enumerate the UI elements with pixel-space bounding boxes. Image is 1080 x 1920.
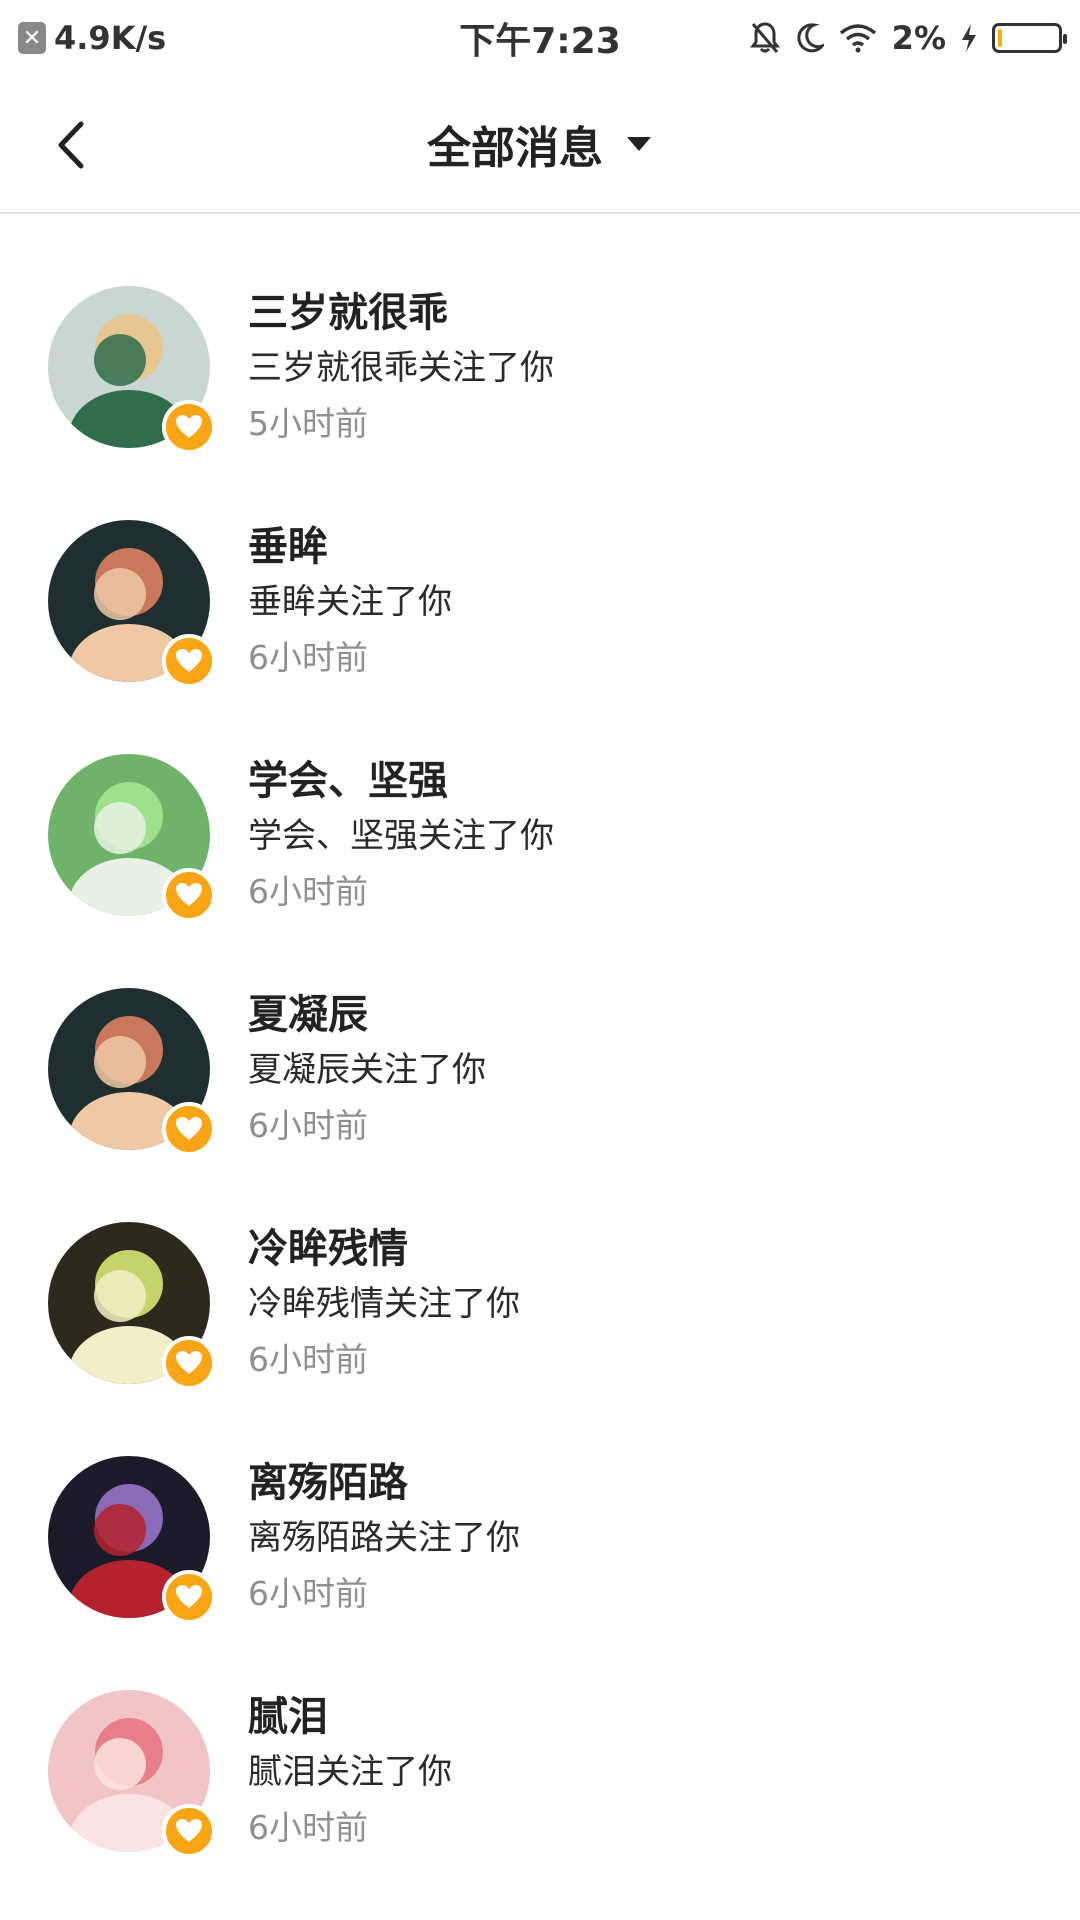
message-list: 三岁就很乖 三岁就很乖关注了你 5小时前 垂眸 垂眸关注了你 6小时前 学会、坚…: [0, 216, 1080, 1858]
follow-badge: [162, 1570, 216, 1624]
message-content: 冷眸残情 冷眸残情关注了你 6小时前: [248, 1222, 520, 1388]
message-text: 三岁就很乖关注了你: [248, 348, 554, 388]
heart-icon: [176, 1819, 202, 1842]
follow-badge: [162, 1336, 216, 1390]
timestamp: 6小时前: [248, 1106, 368, 1145]
page-title: 全部消息: [427, 123, 603, 174]
wifi-icon: [838, 23, 878, 53]
list-item[interactable]: 夏凝辰 夏凝辰关注了你 6小时前: [0, 918, 1080, 1156]
timestamp: 6小时前: [248, 1808, 368, 1847]
list-item[interactable]: 三岁就很乖 三岁就很乖关注了你 5小时前: [0, 216, 1080, 454]
heart-icon: [176, 1351, 202, 1374]
avatar-container[interactable]: [48, 520, 216, 688]
username[interactable]: 垂眸: [248, 520, 452, 574]
heart-icon: [176, 883, 202, 906]
chevron-left-icon: [58, 121, 84, 169]
message-text: 冷眸残情关注了你: [248, 1284, 520, 1324]
follow-badge: [162, 868, 216, 922]
avatar-container[interactable]: [48, 1690, 216, 1858]
app-notification-icon: ✕: [18, 22, 46, 54]
triangle-down-icon: [625, 135, 653, 153]
message-content: 垂眸 垂眸关注了你 6小时前: [248, 520, 452, 686]
follow-badge: [162, 400, 216, 454]
timestamp: 6小时前: [248, 1574, 368, 1613]
follow-badge: [162, 634, 216, 688]
username[interactable]: 学会、坚强: [248, 754, 554, 808]
heart-icon: [176, 1117, 202, 1140]
message-content: 学会、坚强 学会、坚强关注了你 6小时前: [248, 754, 554, 920]
heart-icon: [176, 415, 202, 438]
username[interactable]: 夏凝辰: [248, 988, 486, 1042]
timestamp: 5小时前: [248, 404, 368, 443]
message-text: 学会、坚强关注了你: [248, 816, 554, 856]
list-item[interactable]: 学会、坚强 学会、坚强关注了你 6小时前: [0, 684, 1080, 922]
heart-icon: [176, 1585, 202, 1608]
username[interactable]: 冷眸残情: [248, 1222, 520, 1276]
username[interactable]: 离殇陌路: [248, 1456, 520, 1510]
message-text: 腻泪关注了你: [248, 1752, 452, 1792]
list-item[interactable]: 离殇陌路 离殇陌路关注了你 6小时前: [0, 1386, 1080, 1624]
timestamp: 6小时前: [248, 638, 368, 677]
charging-icon: [960, 23, 978, 53]
username[interactable]: 三岁就很乖: [248, 286, 554, 340]
battery-icon: [992, 23, 1067, 53]
message-text: 离殇陌路关注了你: [248, 1518, 520, 1558]
net-speed: 4.9K/s: [54, 19, 167, 57]
list-item[interactable]: 冷眸残情 冷眸残情关注了你 6小时前: [0, 1152, 1080, 1390]
username[interactable]: 腻泪: [248, 1690, 452, 1744]
message-content: 离殇陌路 离殇陌路关注了你 6小时前: [248, 1456, 520, 1622]
avatar-container[interactable]: [48, 286, 216, 454]
message-content: 三岁就很乖 三岁就很乖关注了你 5小时前: [248, 286, 554, 452]
list-item[interactable]: 垂眸 垂眸关注了你 6小时前: [0, 450, 1080, 688]
status-left: ✕ 4.9K/s: [18, 19, 166, 57]
timestamp: 6小时前: [248, 1340, 368, 1379]
heart-icon: [176, 649, 202, 672]
timestamp: 6小时前: [248, 872, 368, 911]
follow-badge: [162, 1102, 216, 1156]
nav-bar: 全部消息: [0, 76, 1080, 214]
avatar-container[interactable]: [48, 1456, 216, 1624]
follow-badge: [162, 1804, 216, 1858]
battery-percent: 2%: [891, 19, 946, 57]
status-bar: ✕ 4.9K/s 下午7:23 2%: [0, 0, 1080, 76]
status-right: 2%: [749, 19, 1067, 57]
message-text: 夏凝辰关注了你: [248, 1050, 486, 1090]
message-text: 垂眸关注了你: [248, 582, 452, 622]
message-filter-dropdown[interactable]: 全部消息: [427, 112, 653, 176]
message-content: 夏凝辰 夏凝辰关注了你 6小时前: [248, 988, 486, 1154]
avatar-container[interactable]: [48, 754, 216, 922]
message-content: 腻泪 腻泪关注了你 6小时前: [248, 1690, 452, 1856]
notifications-off-icon: [749, 21, 780, 55]
avatar-container[interactable]: [48, 988, 216, 1156]
back-button[interactable]: [40, 112, 100, 178]
list-item[interactable]: 腻泪 腻泪关注了你 6小时前: [0, 1620, 1080, 1858]
avatar-container[interactable]: [48, 1222, 216, 1390]
moon-icon: [794, 22, 824, 54]
